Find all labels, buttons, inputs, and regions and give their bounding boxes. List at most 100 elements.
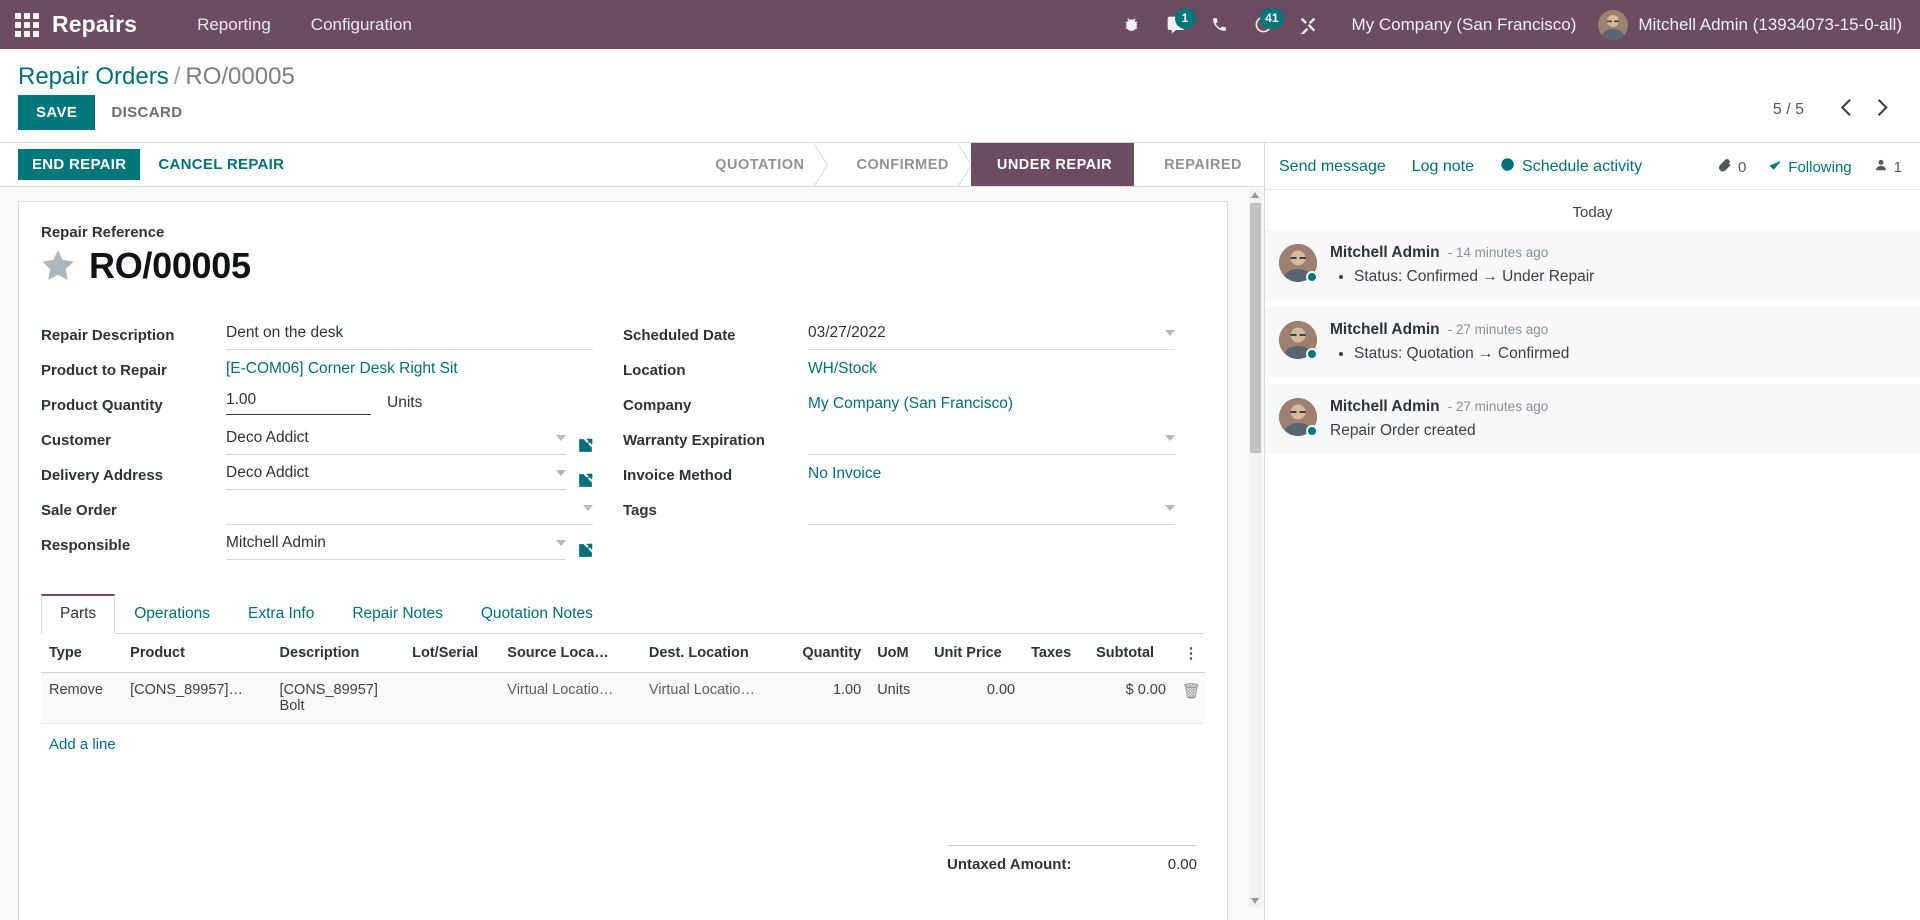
value-invoice-method[interactable]: No Invoice	[808, 465, 881, 483]
quantity-input[interactable]: 1.00	[226, 391, 371, 415]
cell-dest-location[interactable]: Virtual Locatio…	[640, 672, 783, 724]
save-button[interactable]: SAVE	[18, 95, 96, 130]
tab-quotation-notes[interactable]: Quotation Notes	[462, 594, 612, 634]
message-content: Status: Confirmed → Under Repair	[1330, 268, 1902, 286]
input-invoice-method[interactable]: No Invoice	[808, 462, 1175, 490]
message-header: Mitchell Admin - 27 minutes ago	[1330, 398, 1902, 416]
input-scheduled-date[interactable]: 03/27/2022	[808, 322, 1175, 350]
cell-quantity[interactable]: 1.00	[782, 672, 870, 724]
activity-clock-icon[interactable]: 41	[1242, 0, 1286, 49]
col-uom[interactable]: UoM	[869, 634, 927, 673]
input-warranty-expiration[interactable]	[808, 427, 1175, 455]
open-responsible-external-link-icon[interactable]	[578, 543, 593, 560]
col-taxes[interactable]: Taxes	[1023, 634, 1089, 673]
input-customer[interactable]: Deco Addict	[226, 427, 566, 455]
col-description[interactable]: Description	[271, 634, 405, 673]
col-lot-serial[interactable]: Lot/Serial	[404, 634, 500, 673]
input-delivery-address[interactable]: Deco Addict	[226, 462, 566, 490]
cell-unit-price[interactable]: 0.00	[926, 672, 1024, 724]
tab-repair-notes[interactable]: Repair Notes	[333, 594, 461, 634]
value-product-to-repair[interactable]: [E-COM06] Corner Desk Right Sit	[226, 360, 458, 378]
stage-repaired[interactable]: REPAIRED	[1134, 143, 1264, 186]
star-outline-icon[interactable]	[41, 249, 75, 283]
chevron-down-icon[interactable]	[583, 505, 593, 511]
record-action-buttons: SAVE DISCARD 5 / 5	[18, 95, 1902, 142]
message-author[interactable]: Mitchell Admin	[1330, 321, 1440, 339]
following-label: Following	[1788, 158, 1852, 176]
stage-confirmed[interactable]: CONFIRMED	[826, 143, 973, 187]
col-source-location[interactable]: Source Loca…	[499, 634, 641, 673]
tab-operations[interactable]: Operations	[115, 594, 229, 634]
message-author[interactable]: Mitchell Admin	[1330, 398, 1440, 416]
phone-icon[interactable]	[1198, 0, 1242, 49]
chevron-down-icon[interactable]	[1165, 505, 1175, 511]
cell-taxes[interactable]	[1023, 672, 1089, 724]
col-unit-price[interactable]: Unit Price	[926, 634, 1024, 673]
form-scrollbar[interactable]	[1249, 189, 1262, 907]
value-location[interactable]: WH/Stock	[808, 360, 877, 378]
message-author[interactable]: Mitchell Admin	[1330, 244, 1440, 262]
column-options-icon[interactable]: ⋮	[1173, 634, 1205, 673]
attachment-count[interactable]: 0	[1718, 158, 1746, 176]
form-right-column: Scheduled Date 03/27/2022 Location WH/St…	[623, 315, 1205, 560]
chevron-down-icon[interactable]	[1165, 330, 1175, 336]
end-repair-button[interactable]: END REPAIR	[18, 149, 141, 180]
value-company[interactable]: My Company (San Francisco)	[808, 395, 1013, 413]
menu-configuration[interactable]: Configuration	[291, 0, 432, 49]
tab-extra-info[interactable]: Extra Info	[229, 594, 333, 634]
chevron-right-icon[interactable]	[1865, 97, 1902, 123]
trash-icon[interactable]: 🗑	[1173, 672, 1205, 724]
input-sale-order[interactable]	[226, 497, 593, 525]
chevron-down-icon[interactable]	[1165, 435, 1175, 441]
add-a-line-button[interactable]: Add a line	[41, 724, 124, 765]
chevron-down-icon[interactable]	[556, 540, 566, 546]
tools-icon[interactable]	[1286, 0, 1330, 49]
scroll-up-icon[interactable]	[1251, 192, 1259, 198]
menu-reporting[interactable]: Reporting	[177, 0, 291, 49]
schedule-activity-button[interactable]: Schedule activity	[1500, 157, 1642, 177]
cell-type[interactable]: Remove	[41, 672, 123, 724]
bug-icon[interactable]	[1110, 0, 1154, 49]
input-location[interactable]: WH/Stock	[808, 357, 1175, 385]
breadcrumb-repair-orders[interactable]: Repair Orders	[18, 63, 169, 90]
cell-source-location[interactable]: Virtual Locatio…	[499, 672, 641, 724]
scrollbar-thumb[interactable]	[1250, 203, 1261, 453]
messages-icon[interactable]: 1	[1154, 0, 1198, 49]
cell-lot-serial[interactable]	[404, 672, 500, 724]
discard-button[interactable]: DISCARD	[95, 95, 198, 130]
input-company[interactable]: My Company (San Francisco)	[808, 392, 1175, 420]
send-message-button[interactable]: Send message	[1279, 158, 1386, 176]
following-button[interactable]: Following	[1768, 158, 1852, 176]
input-tags[interactable]	[808, 497, 1175, 525]
control-panel: Repair Orders / RO/00005 SAVE DISCARD 5 / …	[0, 49, 1920, 143]
cell-description[interactable]: [CONS_89957] Bolt	[271, 672, 405, 724]
col-dest-location[interactable]: Dest. Location	[640, 634, 783, 673]
col-subtotal[interactable]: Subtotal	[1088, 634, 1174, 673]
cell-product[interactable]: [CONS_89957]…	[122, 672, 272, 724]
input-responsible[interactable]: Mitchell Admin	[226, 532, 566, 560]
stage-under-repair[interactable]: UNDER REPAIR	[970, 143, 1135, 187]
log-note-button[interactable]: Log note	[1412, 158, 1474, 176]
cell-uom[interactable]: Units	[869, 672, 927, 724]
input-repair-description[interactable]: Dent on the desk	[226, 322, 593, 350]
stage-quotation[interactable]: QUOTATION	[691, 143, 828, 187]
apps-grid-icon[interactable]	[12, 10, 42, 40]
app-brand-repairs[interactable]: Repairs	[52, 11, 137, 38]
chevron-down-icon[interactable]	[556, 435, 566, 441]
user-menu[interactable]: Mitchell Admin (13934073-15-0-all)	[1592, 9, 1902, 40]
open-delivery-address-external-link-icon[interactable]	[578, 473, 593, 490]
col-type[interactable]: Type	[41, 634, 123, 673]
open-customer-external-link-icon[interactable]	[578, 438, 593, 455]
followers-count[interactable]: 1	[1874, 158, 1902, 176]
input-product-to-repair[interactable]: [E-COM06] Corner Desk Right Sit	[226, 357, 593, 385]
untaxed-amount-value: 0.00	[1167, 856, 1197, 873]
table-row[interactable]: Remove [CONS_89957]… [CONS_89957] Bolt V…	[41, 672, 1205, 724]
chevron-left-icon[interactable]	[1828, 97, 1865, 123]
chevron-down-icon[interactable]	[556, 470, 566, 476]
col-quantity[interactable]: Quantity	[782, 634, 870, 673]
cancel-repair-button[interactable]: CANCEL REPAIR	[144, 149, 298, 180]
tab-parts[interactable]: Parts	[41, 594, 116, 634]
col-product[interactable]: Product	[122, 634, 272, 673]
scroll-down-icon[interactable]	[1251, 898, 1259, 904]
company-switcher[interactable]: My Company (San Francisco)	[1330, 15, 1593, 35]
